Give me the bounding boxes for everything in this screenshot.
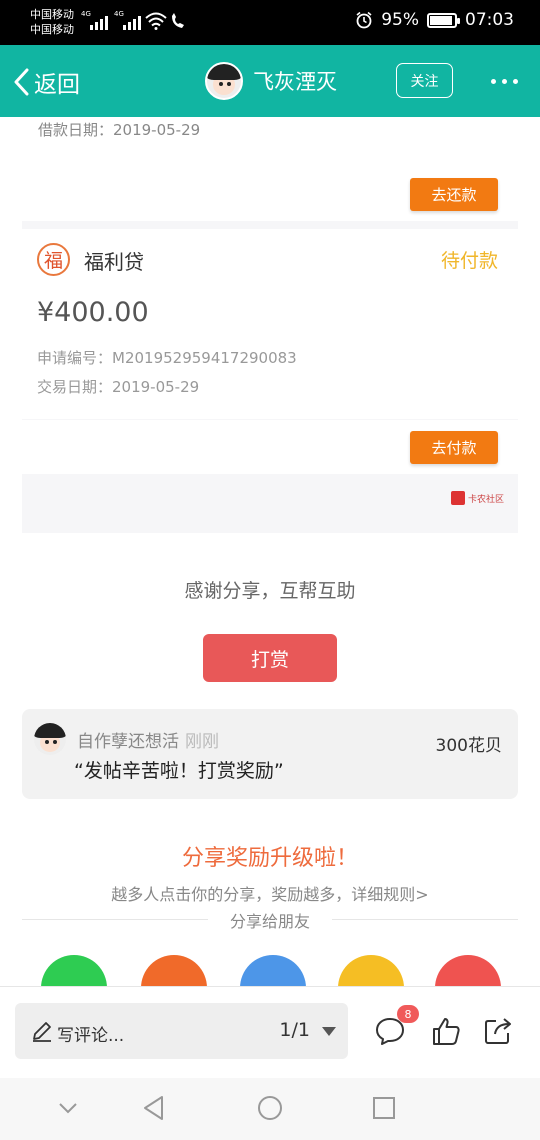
status-bar: 中国移动 中国移动 4G 4G 95% 07:03 — [0, 0, 540, 45]
loan-date: 借款日期：2019-05-29 — [38, 121, 201, 139]
carrier-2: 中国移动 — [30, 23, 74, 36]
carrier-info: 中国移动 中国移动 — [30, 7, 74, 37]
more-dot-icon — [502, 79, 507, 84]
nav-recents-icon[interactable] — [370, 1094, 398, 1122]
share-rules-link[interactable]: 越多人点击你的分享，奖励越多，详细规则> — [0, 881, 540, 905]
comment-count-badge: 8 — [397, 1005, 419, 1023]
wifi-icon — [145, 12, 167, 30]
share-title: 分享奖励升级啦！ — [181, 846, 358, 871]
watermark-text: 卡农社区 — [467, 494, 504, 505]
hd-call-icon — [172, 13, 184, 28]
commenter-name[interactable]: 自作孽还想活 — [77, 732, 179, 752]
signal-icon-2: 4G — [114, 10, 141, 30]
author-avatar[interactable] — [205, 62, 243, 100]
collapse-chevron-icon[interactable] — [54, 1094, 82, 1122]
battery-percent: 95% — [381, 10, 419, 30]
like-icon[interactable] — [430, 1015, 462, 1047]
comment-time: 刚刚 — [185, 732, 219, 752]
watermark: 卡农社区 — [450, 491, 504, 505]
network-type-1: 4G — [81, 10, 91, 18]
trade-date: 交易日期：2019-05-29 — [37, 378, 200, 396]
comment-input[interactable]: 写评论... 1/1 — [15, 1003, 348, 1059]
carrier-1: 中国移动 — [30, 8, 74, 21]
author-name: 飞灰湮灭 — [253, 70, 337, 94]
loan-name: 福利贷 — [84, 250, 144, 274]
back-label: 返回 — [34, 72, 80, 98]
commenter-line: 自作孽还想活 刚刚 — [77, 727, 219, 752]
more-dot-icon — [491, 79, 496, 84]
alarm-icon — [356, 11, 372, 29]
loan-status: 待付款 — [440, 250, 498, 272]
loan-card-action: 去付款 — [22, 420, 518, 474]
comment-placeholder: 写评论... — [57, 1026, 125, 1046]
nav-back-icon[interactable] — [140, 1094, 168, 1122]
repay-button: 去还款 — [410, 178, 498, 211]
caret-down-icon[interactable] — [322, 1027, 336, 1036]
fulidai-logo-icon: 福 — [37, 243, 70, 276]
back-button[interactable]: 返回 — [12, 65, 80, 99]
back-arrow-icon — [14, 68, 29, 96]
system-nav-bar — [0, 1078, 540, 1140]
battery-icon — [427, 12, 460, 28]
reward-comment[interactable]: 自作孽还想活 刚刚 300花贝 “发帖辛苦啦！打赏奖励” — [22, 709, 518, 799]
reward-button[interactable]: 打赏 — [203, 634, 337, 682]
thanks-text: 感谢分享，互帮互助 — [184, 580, 356, 602]
author-info[interactable]: 飞灰湮灭 — [205, 62, 337, 100]
status-right: 95% 07:03 — [355, 10, 514, 30]
pay-button: 去付款 — [410, 431, 498, 464]
nav-home-icon[interactable] — [256, 1094, 284, 1122]
post-image[interactable]: 借款日期：2019-05-29 去还款 福 福利贷 待付款 ¥400.00 申请… — [22, 117, 518, 533]
clock: 07:03 — [465, 10, 514, 30]
pen-icon — [33, 1022, 51, 1042]
page-indicator[interactable]: 1/1 — [279, 1019, 310, 1041]
watermark-logo-icon — [450, 491, 465, 505]
share-icon[interactable] — [482, 1015, 514, 1047]
loan-card: 福 福利贷 待付款 ¥400.00 申请编号：M2019529594172900… — [22, 229, 518, 419]
signal-icon-1: 4G — [81, 10, 108, 30]
more-dot-icon — [513, 79, 518, 84]
follow-button[interactable]: 关注 — [396, 63, 453, 98]
share-to-friends-label: 分享给朋友 — [229, 912, 310, 931]
loan-amount: ¥400.00 — [37, 297, 149, 328]
reward-amount: 300花贝 — [435, 736, 502, 756]
commenter-avatar[interactable] — [34, 723, 66, 755]
network-type-2: 4G — [114, 10, 124, 18]
apply-number: 申请编号：M201952959417290083 — [37, 349, 297, 367]
comment-text: “发帖辛苦啦！打赏奖励” — [74, 760, 284, 782]
more-options-button[interactable] — [491, 79, 518, 84]
loan-card-top: 借款日期：2019-05-29 去还款 — [22, 117, 518, 221]
bottom-action-bar: 写评论... 1/1 8 — [0, 986, 540, 1078]
top-header: 返回 飞灰湮灭 关注 — [0, 45, 540, 117]
